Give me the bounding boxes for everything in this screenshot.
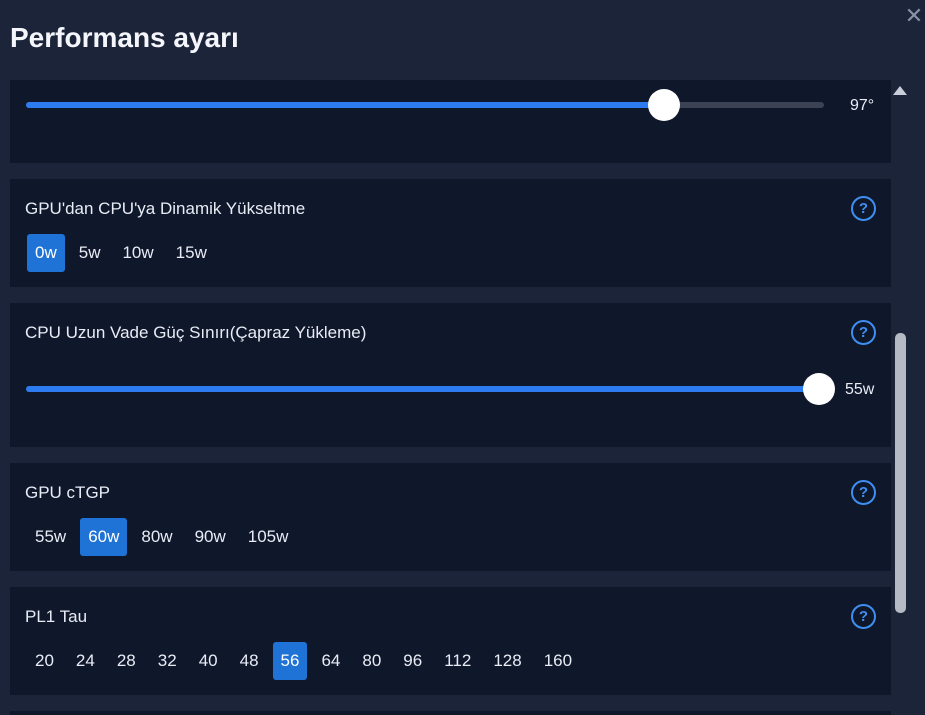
- option-button[interactable]: 32: [150, 642, 185, 680]
- option-button[interactable]: 56: [272, 642, 308, 680]
- option-button[interactable]: 10w: [114, 234, 161, 272]
- next-settings-card: [10, 711, 891, 715]
- pl1-tau-title: PL1 Tau: [25, 607, 88, 626]
- option-button[interactable]: 15w: [168, 234, 215, 272]
- scroll-up-arrow-icon[interactable]: [893, 86, 907, 95]
- option-button[interactable]: 60w: [80, 518, 128, 556]
- option-button[interactable]: 64: [313, 642, 348, 680]
- option-button[interactable]: 96: [395, 642, 430, 680]
- gpu-cpu-boost-title: GPU'dan CPU'ya Dinamik Yükseltme: [25, 199, 306, 218]
- gpu-ctgp-card: GPU cTGP ? 55w 60w 80w 90w 105w: [10, 463, 891, 571]
- scrollbar-thumb[interactable]: [895, 333, 906, 613]
- option-button[interactable]: 128: [485, 642, 529, 680]
- option-button[interactable]: 5w: [71, 234, 109, 272]
- pl1-tau-options: 20 24 28 32 40 48 56 64 80 96 112 128 160: [27, 642, 586, 680]
- option-button[interactable]: 112: [436, 642, 479, 680]
- cpu-long-power-value: 55w: [845, 381, 875, 398]
- pl1-tau-card: PL1 Tau ? 20 24 28 32 40 48 56 64 80 96 112 128 160: [10, 587, 891, 695]
- option-button[interactable]: 28: [109, 642, 144, 680]
- option-button[interactable]: 0w: [27, 234, 65, 272]
- temp-limit-slider[interactable]: [26, 89, 824, 121]
- settings-scroll-area[interactable]: 97° GPU'dan CPU'ya Dinamik Yükseltme ? 0…: [0, 80, 925, 715]
- gpu-cpu-boost-card: GPU'dan CPU'ya Dinamik Yükseltme ? 0w 5w 1…: [10, 179, 891, 287]
- cpu-long-power-title: CPU Uzun Vade Güç Sınırı(Çapraz Yükleme): [25, 323, 367, 342]
- cpu-long-power-slider-thumb[interactable]: [803, 373, 835, 405]
- cpu-long-power-slider[interactable]: [26, 373, 835, 405]
- help-icon[interactable]: ?: [851, 196, 876, 221]
- help-icon[interactable]: ?: [851, 604, 876, 629]
- option-button[interactable]: 105w: [240, 518, 297, 556]
- cpu-long-power-card: CPU Uzun Vade Güç Sınırı(Çapraz Yükleme)…: [10, 303, 891, 447]
- option-button[interactable]: 48: [232, 642, 267, 680]
- gpu-cpu-boost-options: 0w 5w 10w 15w: [27, 234, 221, 272]
- option-button[interactable]: 80w: [133, 518, 180, 556]
- temp-limit-slider-thumb[interactable]: [648, 89, 681, 121]
- gpu-ctgp-title: GPU cTGP: [25, 483, 111, 502]
- close-icon[interactable]: ✕: [903, 5, 925, 27]
- cpu-long-power-slider-fill: [26, 386, 819, 392]
- help-icon[interactable]: ?: [851, 320, 876, 345]
- temp-limit-card: 97°: [10, 80, 891, 163]
- option-button[interactable]: 24: [68, 642, 103, 680]
- option-button[interactable]: 160: [536, 642, 580, 680]
- gpu-ctgp-options: 55w 60w 80w 90w 105w: [27, 518, 302, 556]
- option-button[interactable]: 55w: [27, 518, 74, 556]
- option-button[interactable]: 90w: [187, 518, 234, 556]
- option-button[interactable]: 20: [27, 642, 62, 680]
- option-button[interactable]: 80: [354, 642, 389, 680]
- temp-limit-slider-fill: [26, 102, 665, 108]
- help-icon[interactable]: ?: [851, 480, 876, 505]
- option-button[interactable]: 40: [191, 642, 226, 680]
- window-title: Performans ayarı: [10, 22, 239, 53]
- temp-limit-value: 97°: [850, 97, 875, 114]
